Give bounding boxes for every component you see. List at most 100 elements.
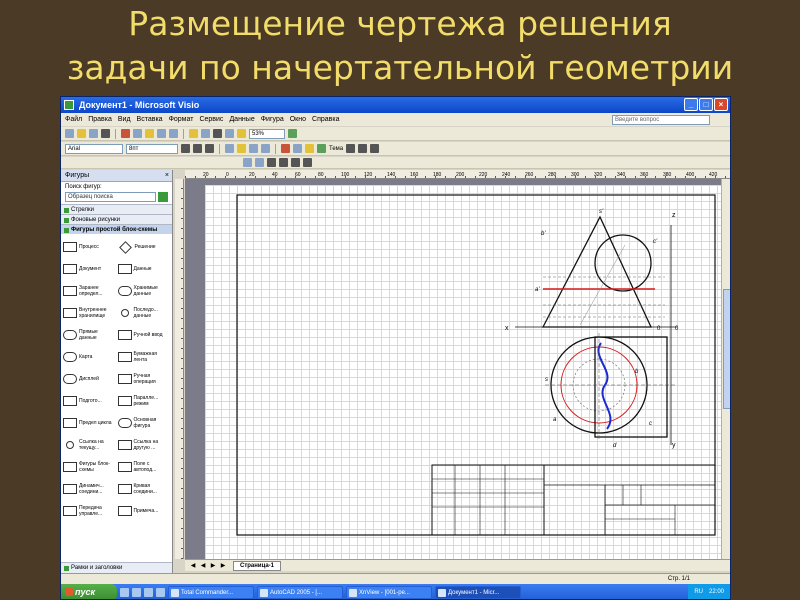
fill-color-icon[interactable] (305, 144, 314, 153)
quicklaunch-icon-2[interactable] (132, 588, 141, 597)
next-page-icon[interactable]: ▶ (209, 562, 217, 570)
stencil-shape[interactable]: Дисплей (63, 370, 116, 388)
help-icon[interactable] (288, 129, 297, 138)
paste-icon[interactable] (145, 129, 154, 138)
stencil-shape[interactable]: Хранимые данные (117, 282, 171, 300)
pencil-icon[interactable] (225, 129, 234, 138)
close-button[interactable]: × (714, 98, 728, 111)
freeform-tool-icon[interactable] (291, 158, 300, 167)
stamp-icon[interactable] (237, 129, 246, 138)
pointer-icon[interactable] (189, 129, 198, 138)
stencil-shape[interactable]: Кривая соедини... (117, 480, 171, 498)
window-titlebar[interactable]: Документ1 - Microsoft Visio _ □ × (61, 97, 730, 113)
stencil-borders-titles[interactable]: Рамки и заголовки (61, 562, 172, 573)
zoom-select[interactable]: 53% (249, 128, 285, 139)
task-autocad[interactable]: AutoCAD 2005 - [... (257, 586, 343, 599)
theme-icon[interactable] (317, 144, 326, 153)
cut-icon[interactable] (121, 129, 130, 138)
stencil-shape[interactable]: Последо... данные (118, 304, 171, 322)
stencil-shape[interactable]: Поле с автопод... (117, 458, 171, 476)
line-pattern-icon[interactable] (358, 144, 368, 153)
stencil-shape[interactable]: Ссылка на текущу... (63, 436, 116, 454)
theme-button[interactable]: Тема (329, 146, 343, 152)
prev-page-icon[interactable]: ◀ (199, 562, 207, 570)
text-tool-icon[interactable] (213, 129, 222, 138)
menu-shape[interactable]: Фигура (261, 113, 284, 126)
stencil-shape[interactable]: Ручной ввод (117, 326, 171, 344)
align-center-icon[interactable] (237, 144, 246, 153)
quicklaunch-icon-3[interactable] (144, 588, 153, 597)
task-xnview[interactable]: XnView - [001-ре... (346, 586, 432, 599)
vertical-scrollbar[interactable] (721, 179, 730, 559)
drawing-canvas[interactable]: z y x 0 0 b' s' c' a' s a b c d (185, 179, 721, 559)
font-color-icon[interactable] (281, 144, 290, 153)
stencil-shape[interactable]: Прямые данные (63, 326, 116, 344)
save-icon[interactable] (89, 129, 98, 138)
stencil-basic-flowchart[interactable]: Фигуры простой блок-схемы (61, 224, 172, 234)
minimize-button[interactable]: _ (684, 98, 698, 111)
quicklaunch-icon-4[interactable] (156, 588, 165, 597)
stencil-shape[interactable]: Основная фигура (117, 414, 171, 432)
underline-icon[interactable] (205, 144, 214, 153)
justify-icon[interactable] (261, 144, 270, 153)
arc-tool-icon[interactable] (279, 158, 288, 167)
stencil-shape[interactable]: Ссылка на другую ... (117, 436, 171, 454)
undo-icon[interactable] (157, 129, 166, 138)
drawing-page[interactable]: z y x 0 0 b' s' c' a' s a b c d (205, 185, 721, 559)
first-page-icon[interactable]: ◀ (189, 562, 197, 570)
line-ends-icon[interactable] (370, 144, 380, 153)
copy-icon[interactable] (133, 129, 142, 138)
menu-edit[interactable]: Правка (88, 113, 112, 126)
help-question-input[interactable]: Введите вопрос (612, 115, 710, 125)
maximize-button[interactable]: □ (699, 98, 713, 111)
stencil-shape[interactable]: Заранее определ... (63, 282, 116, 300)
align-right-icon[interactable] (249, 144, 258, 153)
italic-icon[interactable] (193, 144, 202, 153)
new-icon[interactable] (65, 129, 74, 138)
start-button[interactable]: пуск (61, 584, 117, 599)
menu-data[interactable]: Данные (229, 113, 254, 126)
line-color-icon[interactable] (293, 144, 302, 153)
shape-search-input[interactable]: Образец поиска (65, 192, 156, 202)
stencil-shape[interactable]: Предел цикла (63, 414, 116, 432)
ellipse-tool-icon[interactable] (255, 158, 264, 167)
open-icon[interactable] (77, 129, 86, 138)
stencil-shape[interactable]: Подгото... (63, 392, 116, 410)
connector-icon[interactable] (201, 129, 210, 138)
print-icon[interactable] (101, 129, 110, 138)
font-select[interactable]: Arial (65, 143, 123, 154)
bold-icon[interactable] (181, 144, 190, 153)
menu-view[interactable]: Вид (118, 113, 131, 126)
stencil-shape[interactable]: Передача управле... (63, 502, 116, 520)
menu-help[interactable]: Справка (312, 113, 339, 126)
stencil-shape[interactable]: Бумажная лента (117, 348, 171, 366)
pencil-tool-icon[interactable] (303, 158, 312, 167)
search-go-icon[interactable] (158, 192, 168, 202)
stencil-shape[interactable]: Данные (117, 260, 171, 278)
task-visio-document[interactable]: Документ1 - Micr... (435, 586, 521, 599)
stencil-shape[interactable]: Примеча... (117, 502, 171, 520)
font-size-select[interactable]: 8пт (126, 143, 178, 154)
align-left-icon[interactable] (225, 144, 234, 153)
task-total-commander[interactable]: Total Commander... (168, 586, 254, 599)
stencil-shape[interactable]: Внутреннее хранилище (63, 304, 116, 322)
stencil-shape[interactable]: Ручная операция (117, 370, 171, 388)
redo-icon[interactable] (169, 129, 178, 138)
line-tool-icon[interactable] (267, 158, 276, 167)
stencil-shape[interactable]: Фигуры блок-схемы (63, 458, 116, 476)
close-panel-icon[interactable]: × (165, 170, 169, 182)
stencil-shape[interactable]: Карта (63, 348, 116, 366)
stencil-shape[interactable]: Решение (118, 238, 171, 256)
stencil-shape[interactable]: Паралле... режим (117, 392, 171, 410)
stencil-backgrounds[interactable]: Фоновые рисунки (61, 214, 172, 224)
menu-format[interactable]: Формат (169, 113, 194, 126)
last-page-icon[interactable]: ▶ (219, 562, 227, 570)
menu-file[interactable]: Файл (65, 113, 82, 126)
line-weight-icon[interactable] (346, 144, 356, 153)
menu-tools[interactable]: Сервис (199, 113, 223, 126)
menu-insert[interactable]: Вставка (137, 113, 163, 126)
menu-window[interactable]: Окно (290, 113, 306, 126)
page-tab-1[interactable]: Страница-1 (233, 560, 282, 571)
language-indicator[interactable]: RU (694, 584, 703, 599)
stencil-arrows[interactable]: Стрелки (61, 204, 172, 214)
